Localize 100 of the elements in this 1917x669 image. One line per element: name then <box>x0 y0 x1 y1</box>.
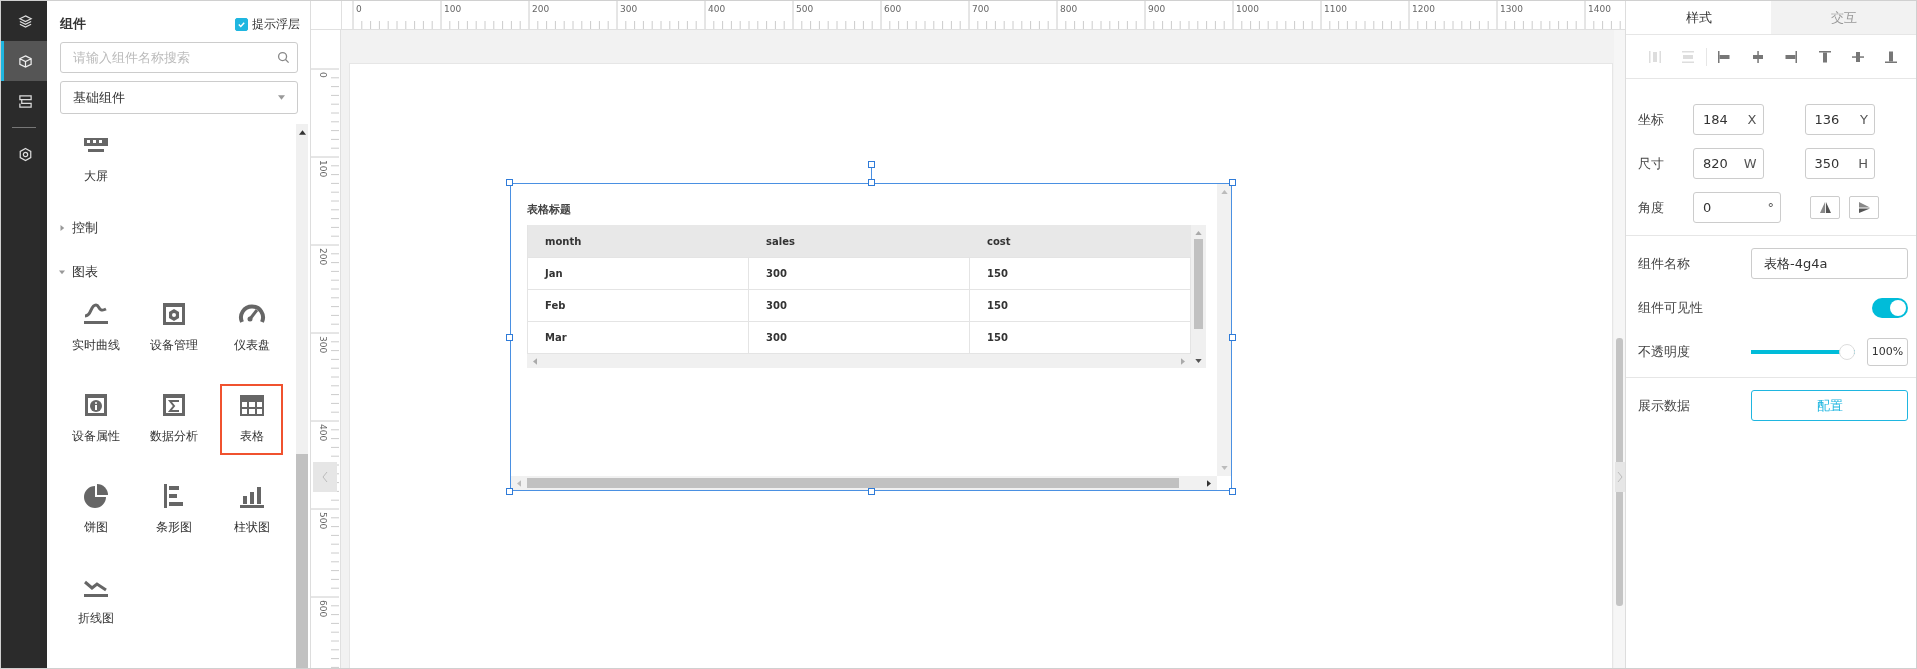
table-cell: 300 <box>749 258 970 289</box>
number-field[interactable]: 184 X <box>1693 104 1764 135</box>
component-item[interactable]: 柱状图 <box>220 475 283 546</box>
ruler-label: 600 <box>318 600 328 618</box>
visibility-toggle[interactable] <box>1872 297 1908 318</box>
resize-handle[interactable] <box>506 488 513 495</box>
scrollbar[interactable] <box>511 476 1217 490</box>
ruler-label: 200 <box>318 248 328 266</box>
component-item[interactable]: 条形图 <box>142 475 205 546</box>
component-item[interactable]: 折线图 <box>64 566 127 637</box>
field-label: 展示数据 <box>1638 396 1690 415</box>
table-cell: Feb <box>528 290 749 321</box>
ruler-label: 1400 <box>1588 4 1611 14</box>
library-dropdown[interactable]: 基础组件 <box>60 81 298 114</box>
table-cell: Mar <box>528 322 749 353</box>
column-header: sales <box>765 234 796 249</box>
ruler-label: 0 <box>318 72 328 78</box>
flip-vertical-button[interactable] <box>1810 196 1840 219</box>
ruler-label: 200 <box>532 4 550 14</box>
component-item[interactable]: 设备管理 <box>142 293 205 364</box>
ruler-label: 500 <box>796 4 814 14</box>
screen-icon <box>83 138 108 152</box>
stack-icon <box>18 93 33 109</box>
ruler-label: 400 <box>708 4 726 14</box>
ruler-label: 0 <box>356 4 362 14</box>
caret-icon <box>278 95 285 100</box>
align-middle-icon <box>1850 49 1865 64</box>
component-item[interactable]: 仪表盘 <box>220 293 283 364</box>
resize-handle[interactable] <box>1229 334 1236 341</box>
ruler-label: 1100 <box>1324 4 1347 14</box>
align-bottom-icon <box>1884 49 1899 64</box>
expanded-triangle-icon <box>59 269 65 275</box>
category-header[interactable]: 图表 <box>59 261 296 283</box>
number-field[interactable]: 136 Y <box>1804 104 1875 135</box>
nav-item[interactable] <box>1 41 47 81</box>
ruler-label: 700 <box>972 4 990 14</box>
ruler-label: 800 <box>1060 4 1078 14</box>
table-cell: 300 <box>749 290 970 321</box>
resize-handle[interactable] <box>868 488 875 495</box>
component-item[interactable]: 饼图 <box>64 475 127 546</box>
ruler-label: 600 <box>884 4 902 14</box>
distribute-h-icon <box>1647 49 1662 64</box>
scrollbar[interactable] <box>1191 225 1206 368</box>
tooltip-checkbox[interactable]: 提示浮层 <box>235 15 300 33</box>
field-label: 尺寸 <box>1638 154 1665 173</box>
component-item[interactable]: 表格 <box>220 384 283 455</box>
ruler-label: 1300 <box>1500 4 1523 14</box>
collapse-handle[interactable] <box>1615 462 1625 492</box>
field-label: 组件名称 <box>1638 254 1690 273</box>
component-item[interactable]: 数据分析 <box>142 384 205 455</box>
field-label: 不透明度 <box>1638 342 1690 361</box>
collapse-handle[interactable] <box>313 462 337 492</box>
component-item[interactable]: 大屏 <box>64 124 127 195</box>
scrollbar[interactable] <box>296 124 308 668</box>
field-label: 角度 <box>1638 198 1665 217</box>
cube-icon <box>18 53 33 69</box>
search-field[interactable]: 请输入组件名称搜索 <box>60 42 298 73</box>
align-right-icon <box>1784 49 1799 64</box>
opacity-field[interactable]: 100% <box>1867 337 1908 366</box>
scroll-down-icon[interactable] <box>1195 359 1202 363</box>
resize-handle[interactable] <box>1229 179 1236 186</box>
ruler-label: 1200 <box>1412 4 1435 14</box>
search-icon <box>277 51 290 64</box>
number-field[interactable]: 820 W <box>1693 148 1764 179</box>
column-header: cost <box>986 234 1012 249</box>
column-header: month <box>544 234 583 249</box>
ruler-label: 100 <box>318 160 328 178</box>
number-field[interactable]: 0 ° <box>1693 192 1781 223</box>
category-header[interactable]: 控制 <box>59 217 296 239</box>
resize-handle[interactable] <box>868 179 875 186</box>
resize-handle[interactable] <box>1229 488 1236 495</box>
component-item[interactable]: 实时曲线 <box>64 293 127 364</box>
table-widget[interactable]: 表格标题 month sales cost Jan 300 150 Feb 300 150 Mar 300 150 <box>510 183 1232 491</box>
distribute-v-icon <box>1681 49 1696 64</box>
check-icon <box>237 19 246 29</box>
scroll-right-icon[interactable] <box>1207 479 1211 487</box>
flip-horizontal-button[interactable] <box>1849 196 1879 219</box>
align-center-icon <box>1750 49 1765 64</box>
ruler-label: 900 <box>1148 4 1166 14</box>
ruler-label: 500 <box>318 512 328 530</box>
layers-icon <box>18 13 33 29</box>
name-field[interactable]: 表格-4g4a <box>1751 248 1908 279</box>
scroll-up-icon <box>298 130 306 135</box>
flip-horizontal-icon <box>1857 202 1871 213</box>
settings-icon <box>18 146 33 162</box>
ruler-label: 400 <box>318 424 328 442</box>
pie-icon <box>81 482 110 510</box>
table-cell: 300 <box>749 322 970 353</box>
number-field[interactable]: 350 H <box>1804 148 1875 179</box>
resize-handle[interactable] <box>506 179 513 186</box>
align-left-icon <box>1717 49 1732 64</box>
ruler-label: 1000 <box>1236 4 1259 14</box>
field-label: 组件可见性 <box>1638 298 1703 317</box>
resize-handle[interactable] <box>506 334 513 341</box>
slider-thumb[interactable] <box>1839 343 1855 360</box>
scrollbar[interactable] <box>1614 30 1625 668</box>
field-label: 坐标 <box>1638 110 1665 129</box>
component-item[interactable]: 设备属性 <box>64 384 127 455</box>
ruler-label: 100 <box>444 4 462 14</box>
table-cell: Jan <box>528 258 749 289</box>
